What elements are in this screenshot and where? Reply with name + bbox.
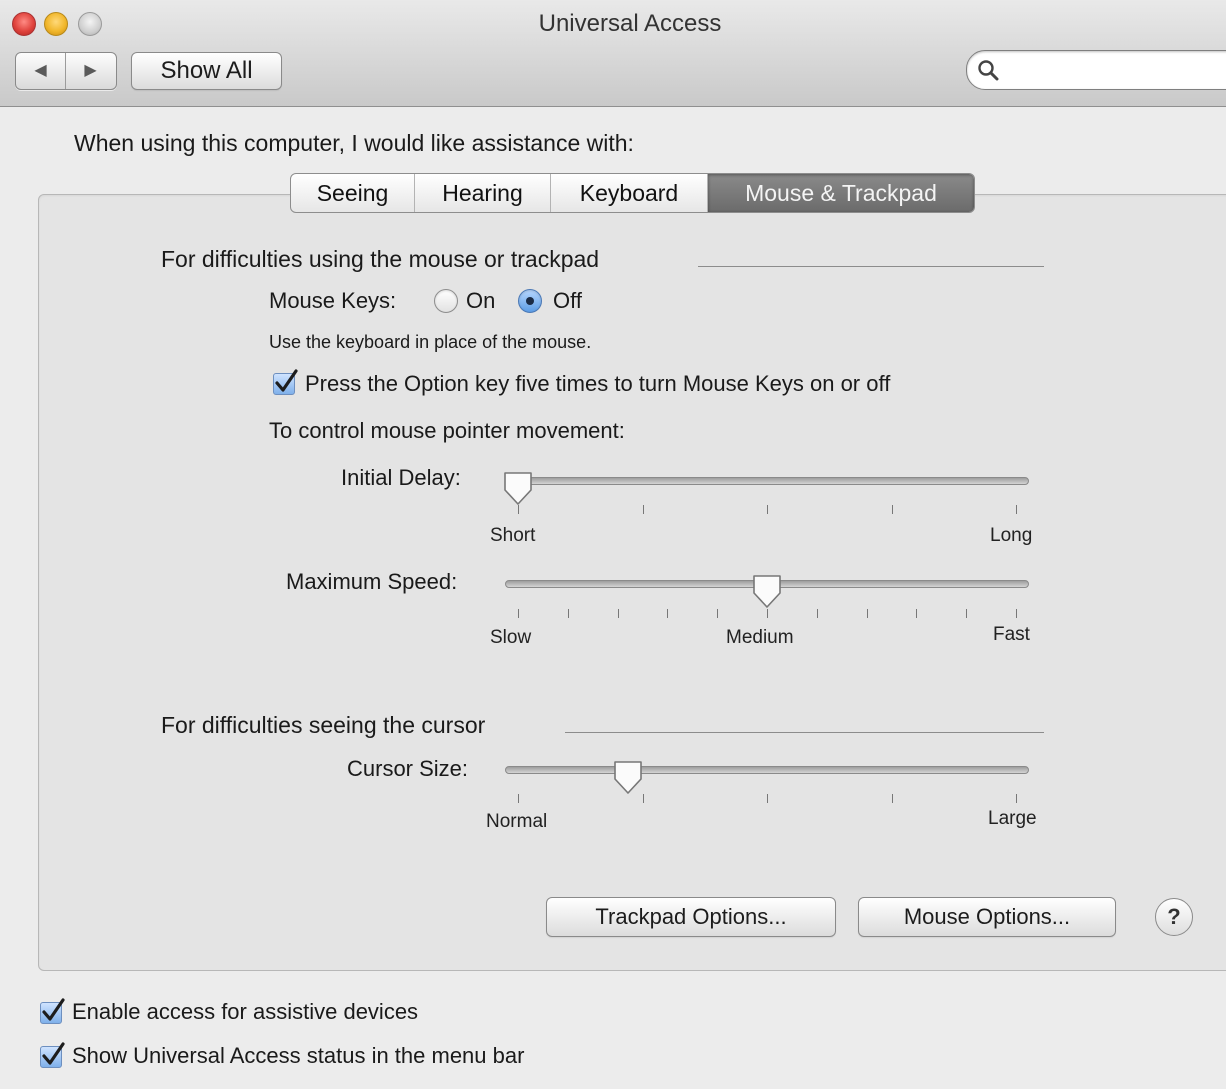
status-menu-checkbox[interactable] [40,1042,65,1068]
back-forward-control: ◀ ▶ [15,52,117,90]
slider-tick [518,609,519,618]
initial-delay-min-label: Short [490,525,536,546]
slider-tick [642,505,644,514]
back-arrow-icon: ◀ [34,62,47,79]
mouse-keys-off-radio[interactable] [518,289,542,313]
tab-hearing[interactable]: Hearing [415,174,551,212]
initial-delay-label: Initial Delay: [341,465,461,490]
option-key-checkbox[interactable] [273,369,298,395]
checkmark-icon [42,998,65,1021]
tab-keyboard[interactable]: Keyboard [551,174,708,212]
status-menu-label[interactable]: Show Universal Access status in the menu… [72,1043,524,1069]
tab-bar: Seeing Hearing Keyboard Mouse & Trackpad [290,173,975,213]
help-button[interactable]: ? [1155,898,1193,936]
mouse-keys-off-label[interactable]: Off [553,288,582,314]
window-toolbar: Universal Access ◀ ▶ Show All [0,0,1226,107]
section-divider [698,266,1044,267]
slider-tick [518,794,519,803]
slider-tick [816,609,818,618]
slider-tick [717,609,719,618]
maximum-speed-min-label: Slow [490,627,532,648]
mouse-keys-label: Mouse Keys: [269,288,397,313]
slider-tick [1016,505,1017,514]
slider-tick [767,794,768,803]
slider-tick [617,609,619,618]
cursor-size-min-label: Normal [486,811,548,832]
slider-tick [667,609,669,618]
option-key-label[interactable]: Press the Option key five times to turn … [305,371,890,397]
slider-tick [891,794,893,803]
mouse-keys-hint: Use the keyboard in place of the mouse. [269,332,592,352]
initial-delay-max-label: Long [990,525,1033,546]
slider-tick [642,794,644,803]
checkmark-icon [42,1042,65,1065]
slider-tick [518,505,519,514]
intro-text: When using this computer, I would like a… [74,130,634,156]
slider-tick [1016,794,1017,803]
assistive-devices-label[interactable]: Enable access for assistive devices [72,999,418,1025]
forward-arrow-icon: ▶ [84,62,97,79]
slider-tick [1016,609,1017,618]
slider-tick [916,609,918,618]
cursor-size-label: Cursor Size: [347,756,469,781]
maximum-speed-max-label: Fast [993,624,1030,645]
cursor-size-max-label: Large [988,808,1037,829]
slider-tick [767,609,768,618]
initial-delay-thumb[interactable] [502,470,534,508]
search-field[interactable] [966,50,1226,90]
slider-tick [567,609,569,618]
tab-mouse-trackpad[interactable]: Mouse & Trackpad [708,174,974,212]
initial-delay-slider[interactable] [505,477,1029,485]
search-icon [978,60,999,81]
mouse-keys-on-label[interactable]: On [466,288,495,314]
tab-seeing[interactable]: Seeing [291,174,415,212]
cursor-section-heading: For difficulties seeing the cursor [161,712,486,738]
slider-tick [966,609,968,618]
maximum-speed-thumb[interactable] [751,573,783,611]
show-all-button[interactable]: Show All [131,52,282,90]
assistive-devices-checkbox[interactable] [40,998,65,1024]
slider-tick [866,609,868,618]
cursor-size-thumb[interactable] [612,759,644,797]
window-title: Universal Access [538,10,722,37]
pointer-movement-heading: To control mouse pointer movement: [269,418,625,443]
mouse-section-heading: For difficulties using the mouse or trac… [161,246,600,272]
slider-tick [891,505,893,514]
trackpad-options-button[interactable]: Trackpad Options... [546,897,836,937]
maximum-speed-mid-label: Medium [726,627,794,648]
section-divider [565,732,1044,733]
mouse-options-button[interactable]: Mouse Options... [858,897,1116,937]
forward-button[interactable]: ▶ [66,53,115,89]
back-button[interactable]: ◀ [16,53,66,89]
slider-tick [767,505,768,514]
maximum-speed-label: Maximum Speed: [286,569,458,594]
mouse-keys-on-radio[interactable] [434,289,458,313]
checkmark-icon [275,369,298,392]
cursor-size-slider[interactable] [505,766,1029,774]
